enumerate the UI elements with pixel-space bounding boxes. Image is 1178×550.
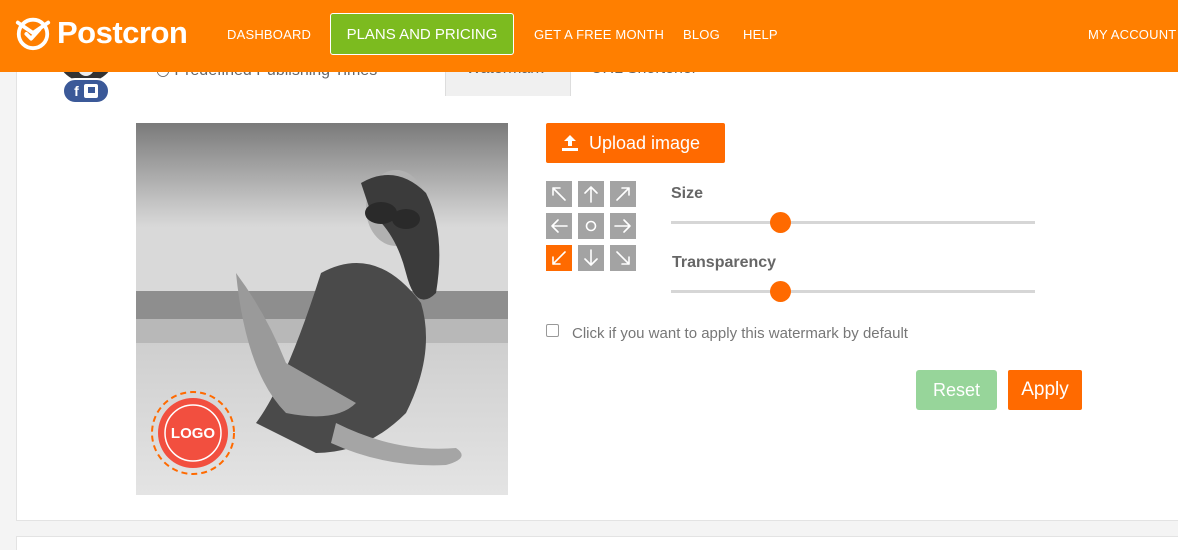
arrow-down-right-icon xyxy=(616,251,630,265)
nav-dashboard-link[interactable]: DASHBOARD xyxy=(227,27,311,42)
nav-plans-pricing-button[interactable]: PLANS AND PRICING xyxy=(330,13,514,55)
apply-by-default-checkbox[interactable] xyxy=(546,324,559,337)
position-arrow-right-button[interactable] xyxy=(610,213,636,239)
position-arrow-down-left-button[interactable] xyxy=(546,245,572,271)
size-slider[interactable] xyxy=(671,212,1035,233)
transparency-label: Transparency xyxy=(672,254,777,271)
watermark-position-grid xyxy=(546,181,639,277)
watermark-logo-text: LOGO xyxy=(170,424,216,442)
next-card xyxy=(16,536,1178,550)
position-arrow-down-right-button[interactable] xyxy=(610,245,636,271)
position-arrow-down-button[interactable] xyxy=(578,245,604,271)
arrow-up-left-icon xyxy=(552,187,566,201)
flag-icon xyxy=(83,84,98,98)
position-center-circle-button[interactable] xyxy=(578,213,604,239)
nav-free-month-link[interactable]: GET A FREE MONTH xyxy=(534,27,664,42)
arrow-down-icon xyxy=(584,249,598,266)
arrow-left-icon xyxy=(551,219,568,233)
position-arrow-left-button[interactable] xyxy=(546,213,572,239)
brand-logo[interactable]: Postcron xyxy=(14,14,188,52)
apply-button[interactable]: Apply xyxy=(1008,370,1082,410)
position-arrow-up-left-button[interactable] xyxy=(546,181,572,207)
center-circle-icon xyxy=(585,220,597,232)
arrow-up-right-icon xyxy=(616,187,630,201)
social-account-badge: f xyxy=(62,78,110,104)
postcron-logo-icon xyxy=(15,17,51,51)
facebook-icon: f xyxy=(74,83,79,99)
reset-button[interactable]: Reset xyxy=(916,370,997,410)
nav-my-account-link[interactable]: MY ACCOUNT xyxy=(1088,27,1176,42)
nav-blog-link[interactable]: BLOG xyxy=(683,27,720,42)
transparency-slider[interactable] xyxy=(671,281,1035,302)
arrow-right-icon xyxy=(614,219,631,233)
nav-help-link[interactable]: HELP xyxy=(743,27,778,42)
position-arrow-up-right-button[interactable] xyxy=(610,181,636,207)
apply-by-default-label[interactable]: Click if you want to apply this watermar… xyxy=(572,325,908,342)
brand-name: Postcron xyxy=(57,15,188,50)
upload-image-label: Upload image xyxy=(589,132,701,153)
top-navigation-bar: Postcron DASHBOARD PLANS AND PRICING GET… xyxy=(0,0,1178,72)
arrow-down-left-icon xyxy=(552,251,566,265)
arrow-up-icon xyxy=(584,186,598,203)
position-arrow-up-button[interactable] xyxy=(578,181,604,207)
upload-image-button[interactable]: Upload image xyxy=(546,123,725,163)
size-label: Size xyxy=(671,185,704,202)
upload-icon xyxy=(562,135,578,151)
